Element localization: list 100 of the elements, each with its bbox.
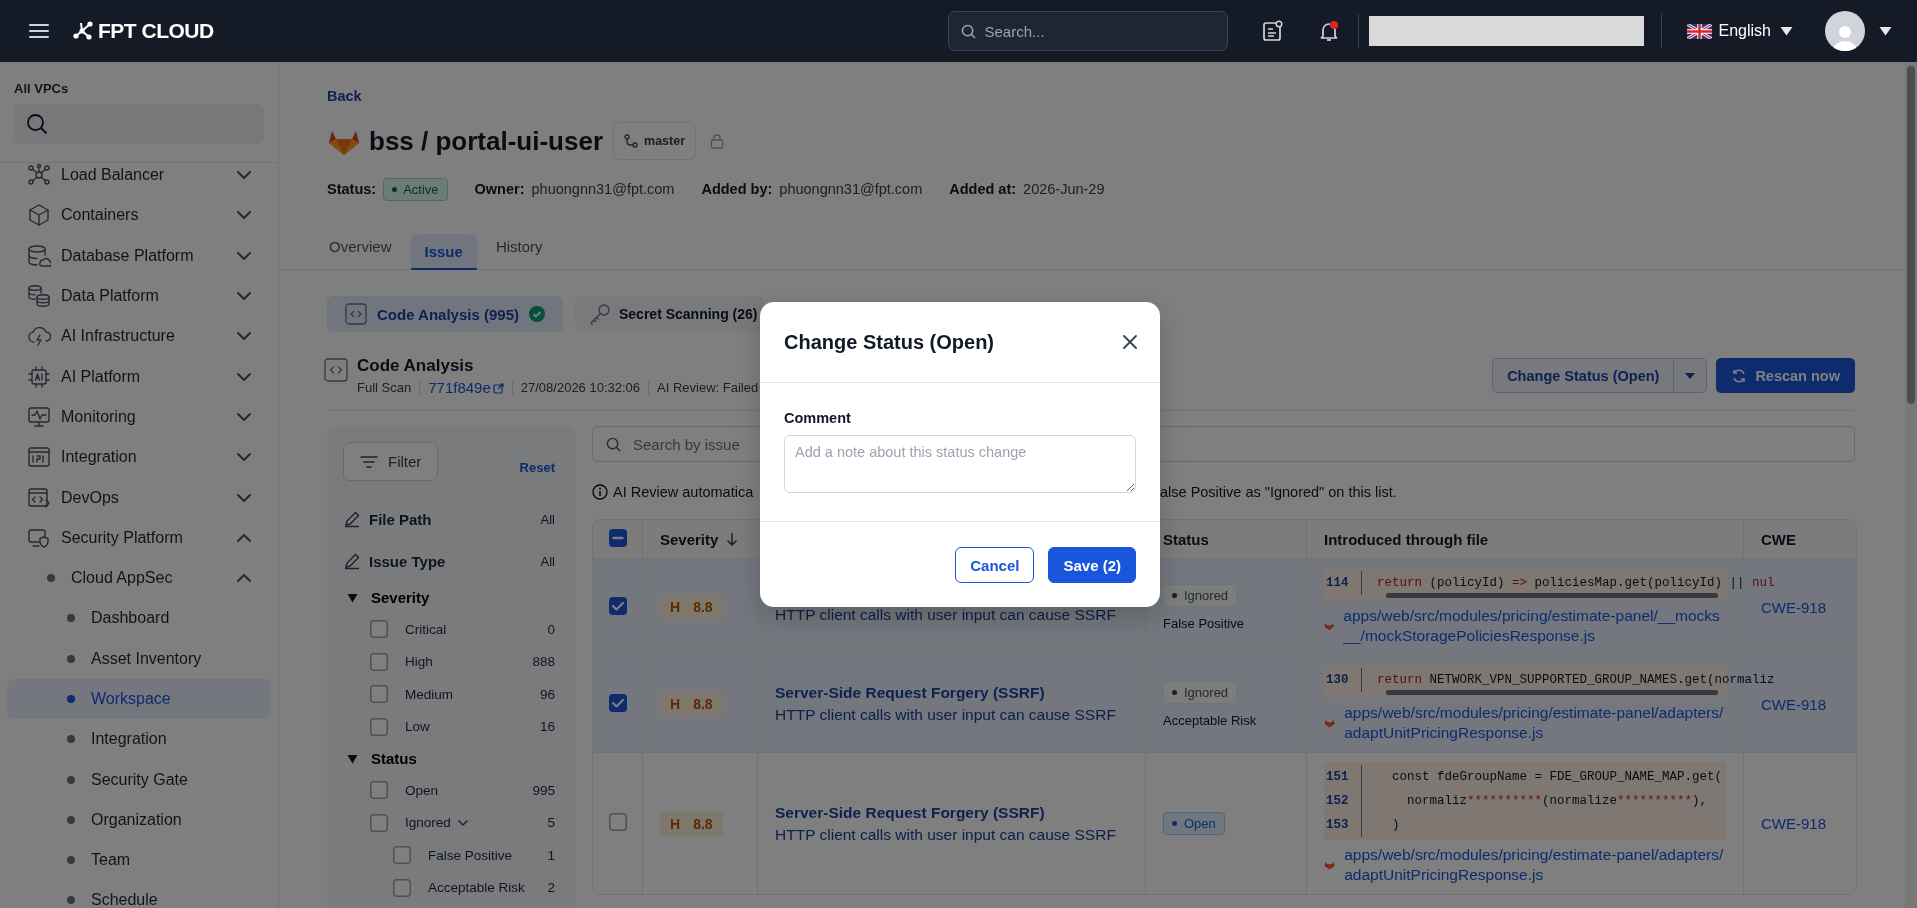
close-button[interactable] [1122, 334, 1138, 350]
brand-logo[interactable]: FPT CLOUD [72, 19, 214, 43]
external-link-icon[interactable] [492, 382, 504, 394]
checkbox[interactable] [393, 846, 411, 865]
checkbox[interactable] [370, 717, 388, 736]
file-path-link[interactable]: apps/web/src/modules/pricing/estimate-panel/adapters/adaptUnitPricingResponse.js [1344, 845, 1726, 885]
checkbox[interactable] [370, 652, 388, 671]
tab[interactable]: Overview [315, 229, 406, 265]
avatar[interactable] [1825, 11, 1865, 51]
sidebar-item[interactable]: Asset Inventory [0, 638, 271, 679]
file-path-link[interactable]: apps/web/src/modules/pricing/estimate-panel/__mocks__/mockStoragePoliciesResponse.js [1343, 606, 1726, 646]
line-number: 153 [1324, 813, 1362, 837]
save-button[interactable]: Save (2) [1048, 547, 1136, 583]
column-header[interactable]: Severity [660, 530, 719, 548]
column-header[interactable]: Introduced through file [1324, 530, 1489, 548]
issue-title-link[interactable]: Server-Side Request Forgery (SSRF) [775, 684, 1128, 702]
sidebar-item[interactable]: Security Platform [0, 517, 271, 558]
bullet-dot [67, 775, 75, 784]
cwe-link[interactable]: CWE-918 [1761, 695, 1827, 713]
scrollbar[interactable] [1386, 690, 1718, 695]
row-checkbox[interactable] [608, 813, 627, 831]
sidebar-item[interactable]: Cloud AppSec [0, 557, 271, 599]
issue-description: HTTP client calls with user input can cause SSRF [775, 605, 1117, 624]
cwe-link[interactable]: CWE-918 [1761, 598, 1827, 616]
chevron-down-icon[interactable] [236, 371, 252, 382]
field-label: Added at: [949, 181, 1017, 197]
arrow-down-icon[interactable] [726, 532, 739, 546]
column-header[interactable]: CWE [1761, 530, 1796, 548]
scan-type: Full Scan [357, 381, 413, 395]
comment-field[interactable]: Add a note about this status change [784, 435, 1136, 493]
sidebar-item[interactable]: Schedule [0, 880, 271, 908]
chevron-down-icon[interactable] [236, 331, 252, 342]
status-reason: False Positive [1163, 615, 1245, 631]
sidebar-item[interactable]: Security Gate [0, 759, 271, 800]
sidebar-item[interactable]: Integration [0, 719, 271, 760]
sidebar-item[interactable]: Monitoring [0, 396, 271, 438]
reset-link[interactable]: Reset [519, 460, 555, 475]
cancel-button[interactable]: Cancel [955, 547, 1035, 583]
sidebar-item[interactable]: Organization [0, 799, 271, 841]
column-header[interactable]: Status [1163, 530, 1209, 548]
row-checkbox[interactable] [608, 596, 627, 615]
tab[interactable]: History [481, 229, 557, 265]
filter-group-toggle[interactable]: Status [343, 743, 423, 774]
cwe-link[interactable]: CWE-918 [1761, 815, 1827, 832]
status-badge: Open [1163, 812, 1225, 835]
caret-icon[interactable] [1879, 26, 1892, 36]
issue-title-link[interactable]: Server-Side Request Forgery (SSRF) [775, 803, 1128, 822]
info-text: AI Review automatica [613, 484, 754, 500]
option-count: 16 [539, 719, 555, 735]
menu-icon[interactable] [29, 23, 49, 39]
cube-icon [27, 203, 51, 228]
chevron-down-icon[interactable] [456, 818, 469, 827]
checkbox[interactable] [393, 878, 411, 897]
checkbox[interactable] [370, 685, 388, 704]
back-link[interactable]: Back [327, 86, 362, 106]
scrollbar[interactable] [1386, 593, 1718, 598]
sidebar-item[interactable]: Database Platform [0, 235, 271, 276]
chevron-down-icon[interactable] [236, 411, 252, 422]
scan-tab[interactable]: Secret Scanning (26) [575, 296, 764, 332]
sidebar-item[interactable]: Dashboard [0, 598, 271, 639]
chevron-down-icon[interactable] [236, 452, 252, 463]
sidebar-item[interactable]: Integration [0, 437, 271, 478]
chevron-up-icon[interactable] [236, 532, 252, 543]
document-icon[interactable] [1261, 20, 1284, 42]
scan-tab[interactable]: Code Analysis (995) [327, 296, 563, 332]
chevron-down-icon[interactable] [236, 492, 252, 503]
filter-group-toggle[interactable]: Severity [343, 582, 436, 613]
severity-badge: H 8.8 [660, 595, 723, 619]
sidebar-item[interactable]: Containers [0, 195, 271, 236]
chevron-down-icon[interactable] [236, 170, 252, 181]
select-all-checkbox[interactable] [608, 528, 627, 547]
commit-link[interactable]: 771f849e [419, 381, 512, 395]
flag-icon [1686, 23, 1712, 39]
chevron-up-icon[interactable] [236, 573, 252, 584]
search-field[interactable]: Search... [947, 11, 1228, 51]
sidebar-item[interactable]: Load Balancer [0, 155, 271, 196]
filter-field[interactable]: Issue Type All [343, 540, 555, 582]
filter-field[interactable]: File Path All [343, 498, 555, 540]
checkbox[interactable] [370, 813, 388, 832]
sidebar-item[interactable]: AI Platform [0, 356, 271, 397]
language-selector[interactable]: English [1718, 22, 1793, 40]
row-checkbox[interactable] [608, 693, 627, 712]
tab[interactable]: Issue [410, 234, 477, 270]
checkbox[interactable] [370, 620, 388, 639]
bullet-dot [67, 815, 75, 824]
chevron-down-icon[interactable] [236, 250, 252, 261]
sidebar-item[interactable]: AI Infrastructure [0, 316, 271, 357]
sidebar-item[interactable]: Team [0, 840, 271, 881]
rescan-button[interactable]: Rescan now [1716, 358, 1855, 393]
option-count: 96 [539, 686, 555, 702]
sidebar-item[interactable]: Data Platform [0, 275, 271, 317]
filter-button[interactable]: Filter [343, 442, 439, 481]
window-icon [27, 445, 51, 470]
sidebar-item[interactable]: Workspace [7, 678, 271, 720]
file-path-link[interactable]: apps/web/src/modules/pricing/estimate-panel/adapters/adaptUnitPricingResponse.js [1344, 703, 1726, 743]
chevron-down-icon[interactable] [236, 210, 252, 221]
sidebar-item[interactable]: DevOps [0, 477, 271, 518]
chevron-down-icon[interactable] [236, 291, 252, 302]
search-field[interactable] [14, 104, 264, 144]
checkbox[interactable] [370, 781, 388, 800]
